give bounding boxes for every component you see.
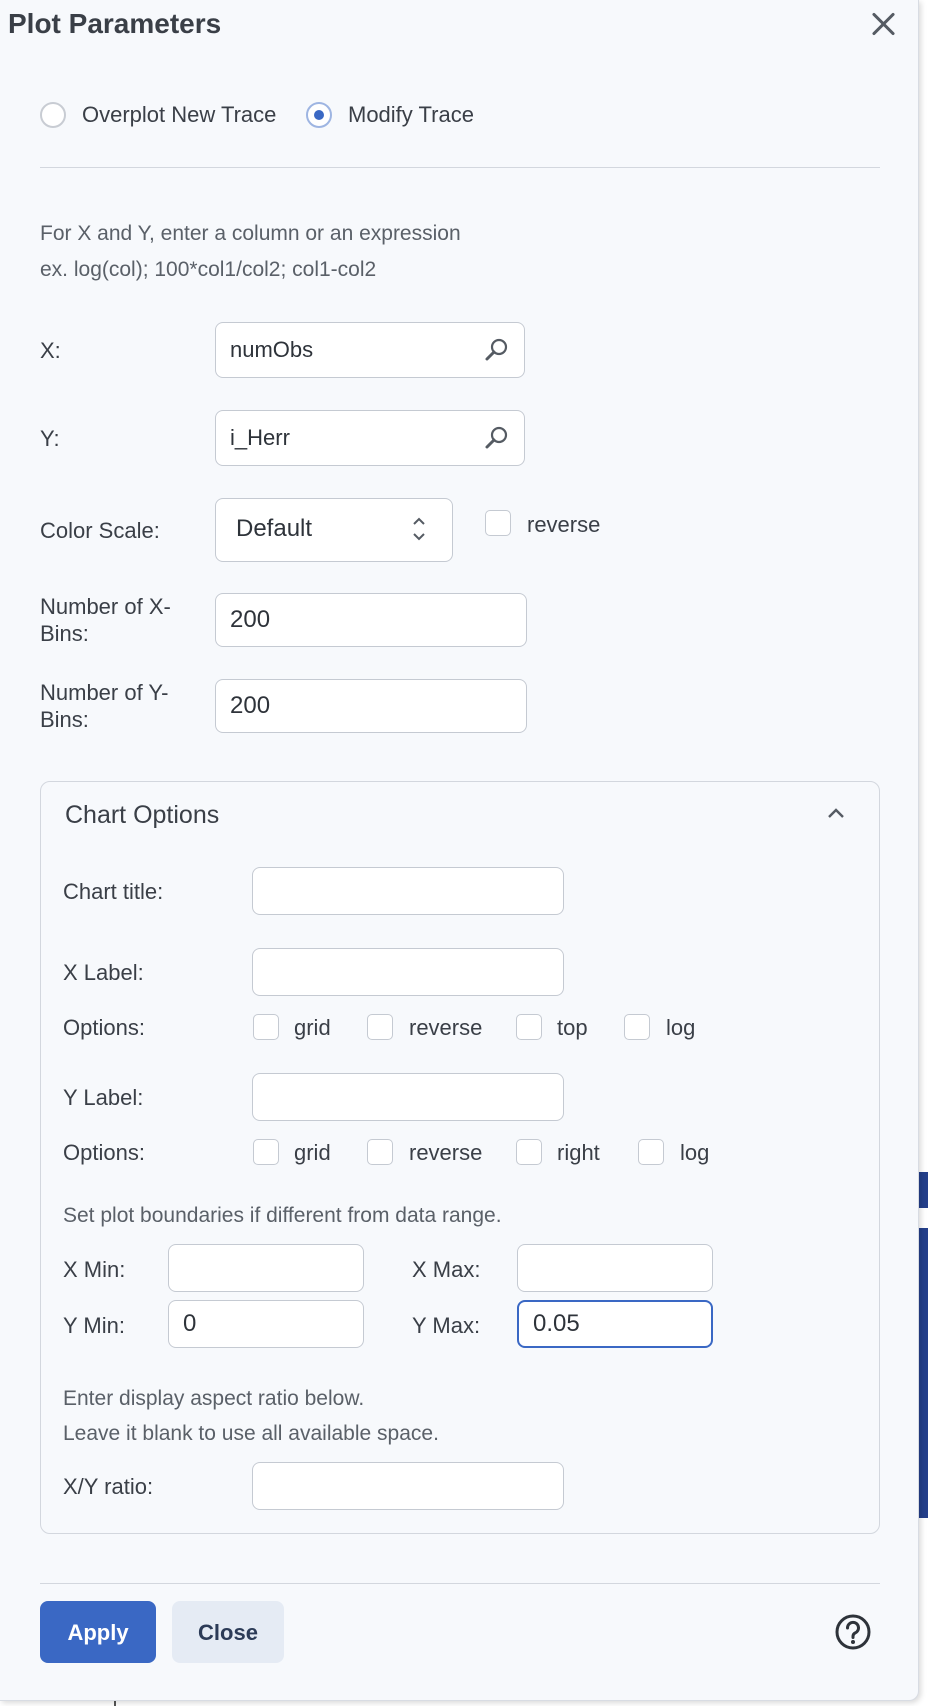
color-scale-reverse-label: reverse [527,512,601,537]
x-reverse-label: reverse [409,1015,483,1040]
color-scale-value: Default [236,515,313,542]
aspect-ratio-hint: Enter display aspect ratio below. [63,1387,365,1410]
chart-title-label: Chart title: [63,879,164,904]
y-max-input[interactable] [517,1300,713,1348]
y-min-label: Y Min: [63,1313,125,1338]
y-reverse-label: reverse [409,1140,483,1165]
divider [40,167,880,168]
close-icon[interactable] [866,6,902,42]
y-log-checkbox[interactable] [638,1139,664,1165]
y-bins-label: Number of Y- [40,680,169,705]
overplot-label[interactable]: Overplot New Trace [82,102,276,128]
x-top-label: top [557,1015,588,1040]
y-grid-checkbox[interactable] [253,1139,279,1165]
x-max-label: X Max: [412,1257,481,1282]
background-window-edge [918,1172,928,1208]
expression-example: ex. log(col); 100*col1/col2; col1-col2 [40,258,377,281]
search-icon[interactable] [484,337,510,363]
chart-options-header[interactable]: Chart Options [65,801,219,830]
x-bins-label-cont: Bins: [40,621,89,646]
modify-trace-radio[interactable] [306,102,332,128]
x-column-input[interactable] [215,322,525,378]
chevron-up-icon[interactable] [826,806,846,820]
aspect-ratio-hint-2: Leave it blank to use all available spac… [63,1422,439,1445]
x-log-checkbox[interactable] [624,1014,650,1040]
color-scale-label: Color Scale: [40,518,160,543]
y-max-label: Y Max: [412,1313,481,1338]
y-bins-label-cont: Bins: [40,707,89,732]
bounds-hint: Set plot boundaries if different from da… [63,1204,502,1227]
xy-ratio-label: X/Y ratio: [63,1474,154,1499]
close-button[interactable]: Close [172,1601,284,1663]
x-grid-checkbox[interactable] [253,1014,279,1040]
x-log-label: log [666,1015,696,1040]
y-field-label: Y: [40,426,60,451]
xy-ratio-input[interactable] [252,1462,564,1510]
y-options-label: Options: [63,1140,145,1165]
x-max-input[interactable] [517,1244,713,1292]
y-label-label: Y Label: [63,1085,144,1110]
expression-hint: For X and Y, enter a column or an expres… [40,222,461,245]
search-icon[interactable] [484,425,510,451]
y-bins-input[interactable] [215,679,527,733]
y-log-label: log [680,1140,710,1165]
divider [40,1583,880,1584]
x-field-label: X: [40,338,61,363]
x-top-checkbox[interactable] [516,1014,542,1040]
help-icon[interactable] [834,1613,872,1651]
background-window-edge [918,1228,928,1518]
apply-button[interactable]: Apply [40,1601,156,1663]
x-label-input[interactable] [252,948,564,996]
y-label-input[interactable] [252,1073,564,1121]
y-right-checkbox[interactable] [516,1139,542,1165]
x-min-input[interactable] [168,1244,364,1292]
chevron-up-down-icon [413,517,425,541]
y-min-input[interactable] [168,1300,364,1348]
x-min-label: X Min: [63,1257,126,1282]
y-right-label: right [557,1140,600,1165]
plot-parameters-dialog: Plot Parameters Overplot New Trace Modif… [0,0,919,1701]
y-reverse-checkbox[interactable] [367,1139,393,1165]
y-column-input[interactable] [215,410,525,466]
x-bins-input[interactable] [215,593,527,647]
color-scale-select[interactable]: Default [215,498,453,562]
color-scale-reverse-checkbox[interactable] [485,510,511,536]
x-bins-label: Number of X- [40,594,171,619]
x-options-label: Options: [63,1015,145,1040]
x-label-label: X Label: [63,960,144,985]
x-grid-label: grid [294,1015,331,1040]
chart-title-input[interactable] [252,867,564,915]
y-grid-label: grid [294,1140,331,1165]
modify-trace-label[interactable]: Modify Trace [348,102,474,128]
dialog-title: Plot Parameters [8,8,222,39]
overplot-radio[interactable] [40,102,66,128]
x-reverse-checkbox[interactable] [367,1014,393,1040]
